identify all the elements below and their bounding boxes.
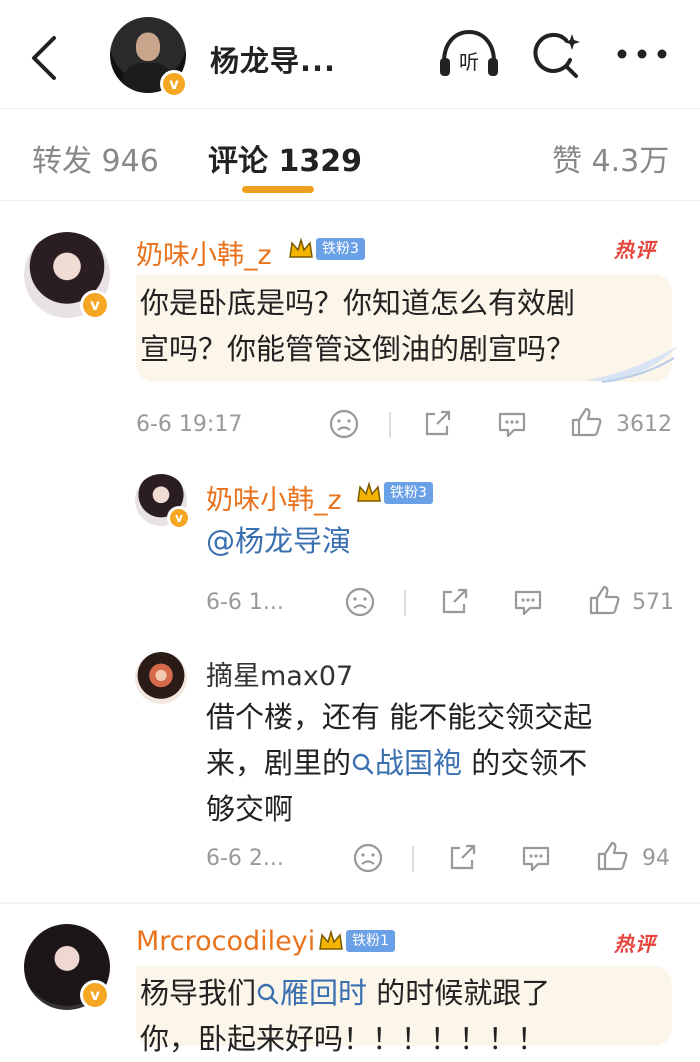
search-icon [257, 983, 279, 1005]
verified-badge-icon: v [167, 506, 191, 530]
hot-comment-tag: 热评 [614, 932, 656, 956]
verified-badge-icon: v [160, 70, 188, 98]
like-thumb-icon[interactable] [588, 584, 622, 616]
fan-level-badge: 铁粉3 [316, 238, 365, 260]
reply-icon[interactable] [512, 586, 544, 618]
username[interactable]: Mrcrocodileyi [136, 926, 315, 957]
listen-headphones-icon[interactable]: 听 [438, 28, 500, 80]
search-sparkle-icon[interactable] [530, 30, 582, 82]
ellipsis-icon[interactable] [616, 46, 668, 62]
share-icon[interactable] [446, 842, 478, 874]
dislike-face-icon[interactable] [328, 408, 360, 440]
top-bar: v 杨龙导... 听 [0, 0, 700, 109]
comment-time: 6-6 2... [206, 846, 284, 871]
username[interactable]: 奶味小韩_z [136, 233, 272, 272]
like-thumb-icon[interactable] [570, 406, 604, 438]
comment-text[interactable]: @杨龙导演 [206, 518, 351, 564]
crown-icon [289, 237, 313, 258]
topic-link[interactable]: 雁回时 [256, 976, 367, 1010]
topic-link[interactable]: 战国袍 [351, 746, 462, 780]
username[interactable]: 奶味小韩_z [206, 478, 342, 517]
action-separator [389, 412, 391, 438]
reply-icon[interactable] [496, 408, 528, 440]
like-thumb-icon[interactable] [596, 840, 630, 872]
dislike-face-icon[interactable] [352, 842, 384, 874]
tab-reposts[interactable]: 转发 946 [32, 136, 159, 180]
comment-time: 6-6 1... [206, 590, 284, 615]
tab-bar: 转发 946 评论 1329 赞 4.3万 [0, 108, 700, 201]
hot-comment-tag: 热评 [614, 238, 656, 262]
comment-time: 6-6 19:17 [136, 412, 243, 437]
fan-level-badge: 铁粉1 [346, 930, 395, 952]
like-count: 3612 [616, 412, 672, 437]
verified-badge-icon: v [80, 290, 110, 320]
reply-icon[interactable] [520, 842, 552, 874]
page-title[interactable]: 杨龙导... [210, 38, 336, 80]
username[interactable]: 摘星max07 [206, 654, 353, 693]
crown-icon [319, 929, 343, 950]
active-tab-indicator [242, 186, 314, 193]
wing-decoration-icon [586, 346, 678, 383]
action-separator [404, 590, 406, 616]
share-icon[interactable] [438, 586, 470, 618]
comment-text: 杨导我们 雁回时 的时候就跟了 你，卧起来好吗！！！！！！！ [140, 976, 551, 1056]
like-count: 571 [632, 590, 674, 615]
chevron-left-icon[interactable] [26, 32, 66, 84]
dislike-face-icon[interactable] [344, 586, 376, 618]
tab-likes[interactable]: 赞 4.3万 [552, 136, 669, 180]
comment-text: 你是卧底是吗？你知道怎么有效剧 宣吗？你能管管这倒油的剧宣吗？ [140, 286, 576, 366]
action-separator [412, 846, 414, 872]
search-icon [352, 753, 374, 775]
share-icon[interactable] [421, 408, 453, 440]
svg-text:听: 听 [459, 50, 479, 74]
verified-badge-icon: v [80, 980, 110, 1010]
fan-level-badge: 铁粉3 [384, 482, 433, 504]
like-count: 94 [642, 846, 670, 871]
tab-comments[interactable]: 评论 1329 [208, 136, 362, 180]
comment-text: 借个楼，还有 能不能交领交起 来，剧里的 战国袍 的交领不 够交啊 [206, 700, 593, 826]
avatar[interactable] [135, 652, 187, 704]
comment-divider [0, 902, 700, 904]
crown-icon [357, 481, 381, 502]
